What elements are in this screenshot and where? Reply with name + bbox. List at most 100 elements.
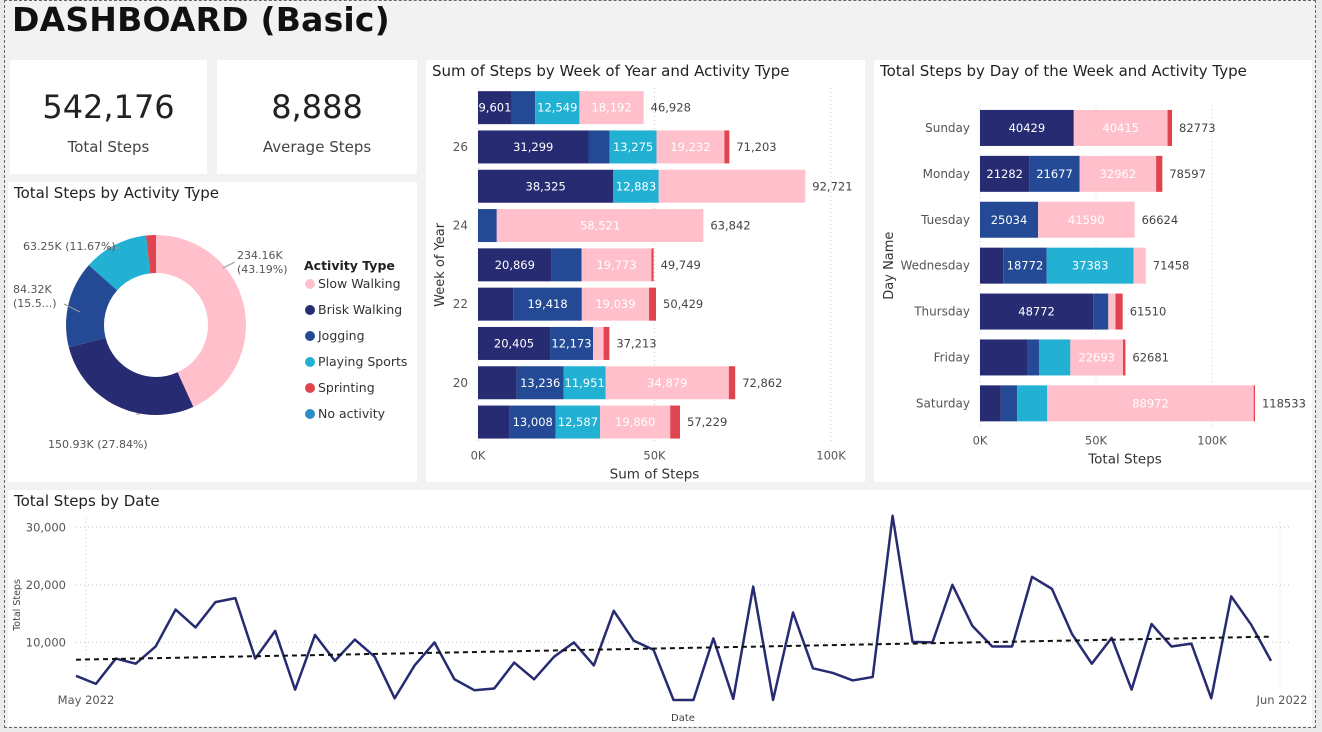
bar-segment [1108, 293, 1116, 330]
legend-marker [305, 331, 315, 341]
bar-data-label: 31,299 [513, 140, 553, 154]
bar-segment [1253, 385, 1255, 422]
bar-segment [980, 247, 1004, 284]
bar-data-label: 48772 [1018, 305, 1055, 319]
y-tick-label: Monday [923, 167, 970, 181]
y-tick-label: 20 [453, 376, 468, 390]
bar-data-label: 13,236 [520, 376, 560, 390]
bar-total-label: 118533 [1262, 396, 1306, 410]
bar-data-label: 12,549 [537, 101, 577, 115]
donut-data-label: 84.32K [13, 283, 52, 296]
bar-data-label: 12,587 [558, 415, 598, 429]
bar-data-label: 18,192 [591, 101, 631, 115]
day-bar-chart: 0K 50K 100K Total Steps Day Name Sunday 40429 4… [882, 105, 1306, 467]
bar-total-label: 82773 [1179, 121, 1216, 135]
legend-marker [305, 357, 315, 367]
bar-segment [1027, 339, 1040, 376]
bar-data-label: 37383 [1072, 259, 1109, 273]
bar-data-label: 21677 [1036, 167, 1073, 181]
bar-segment [724, 130, 730, 164]
bar-total-label: 71,203 [736, 140, 776, 154]
bar-segment [1122, 339, 1126, 376]
bar-data-label: 20,869 [495, 258, 535, 272]
bar-segment [1039, 339, 1071, 376]
bar-segment [980, 385, 1001, 422]
x-tick-label: 0K [973, 433, 988, 447]
bar-segment [1133, 247, 1146, 284]
bar-total-label: 71458 [1153, 259, 1190, 273]
day-bar-chart-panel[interactable]: Total Steps by Day of the Week and Activ… [874, 60, 1312, 482]
bar-segment [478, 209, 497, 243]
series-line [75, 514, 1273, 702]
y-tick-label: Saturday [916, 396, 970, 410]
bar-total-label: 46,928 [651, 101, 691, 115]
bar-segment [478, 287, 514, 321]
bar-segment [1115, 293, 1123, 330]
kpi-card-total-steps[interactable]: 542,176 Total Steps [10, 60, 207, 174]
bar-data-label: 9,601 [478, 101, 511, 115]
y-tick-label: 20,000 [26, 578, 66, 592]
legend-marker [305, 279, 315, 289]
bar-data-label: 21282 [986, 167, 1023, 181]
bar-data-label: 13,008 [513, 415, 553, 429]
donut-data-label: 63.25K (11.67%) [23, 240, 116, 253]
bar-segment [1093, 293, 1109, 330]
bar-data-label: 18772 [1007, 259, 1044, 273]
x-tick-label: 50K [1085, 433, 1108, 447]
bar-segment [1017, 385, 1048, 422]
bar-data-label: 25034 [991, 213, 1028, 227]
y-tick-label: 24 [453, 219, 468, 233]
donut-data-label: 150.93K (27.84%) [48, 438, 148, 451]
bar-data-label: 11,951 [565, 376, 605, 390]
bar-segment [649, 287, 657, 321]
x-axis-label: Total Steps [1087, 451, 1162, 467]
bar-data-label: 19,418 [527, 297, 567, 311]
bar-total-label: 92,721 [812, 179, 852, 193]
x-tick-label: 50K [643, 449, 666, 463]
y-tick-label: Thursday [913, 305, 970, 319]
line-chart: 10,000 20,000 30,000 May 2022 Jun 2022 Date To… [12, 514, 1308, 724]
bar-data-label: 58,521 [580, 219, 620, 233]
legend-marker [305, 305, 315, 315]
bar-total-label: 37,213 [616, 336, 656, 350]
bar-total-label: 66624 [1142, 213, 1179, 227]
bar-total-label: 50,429 [663, 297, 703, 311]
bar-total-label: 49,749 [661, 258, 701, 272]
bar-data-label: 19,039 [595, 297, 635, 311]
kpi-label: Total Steps [67, 138, 150, 156]
y-axis-label: Week of Year [433, 222, 448, 307]
bar-data-label: 20,405 [494, 336, 534, 350]
bar-data-label: 32962 [1100, 167, 1137, 181]
bar-total-label: 78597 [1169, 167, 1206, 181]
bar-data-label: 41590 [1068, 213, 1105, 227]
week-bar-chart-panel[interactable]: Sum of Steps by Week of Year and Activit… [426, 60, 865, 482]
kpi-card-average-steps[interactable]: 8,888 Average Steps [217, 60, 417, 174]
legend-label: Sprinting [318, 380, 375, 395]
y-tick-label: 10,000 [26, 635, 66, 649]
y-tick-label: Tuesday [920, 213, 970, 227]
bar-total-label: 72,862 [742, 376, 782, 390]
bar-segment [603, 326, 610, 360]
donut-chart: 234.16K(43.19%) 150.93K (27.84%) 84.32K(15… [13, 235, 407, 451]
x-tick-label: May 2022 [58, 693, 115, 707]
legend-label: No activity [318, 406, 386, 421]
bar-data-label: 40429 [1009, 121, 1046, 135]
donut-chart-panel[interactable]: Total Steps by Activity Type 234.16K (43.… [8, 182, 417, 482]
x-tick-label: 100K [816, 449, 846, 463]
bar-segment [588, 130, 610, 164]
bar-data-label: 19,860 [615, 415, 655, 429]
legend-marker [305, 409, 315, 419]
donut-data-label: (43.19%) [237, 263, 288, 276]
legend-label: Brisk Walking [318, 302, 402, 317]
bar-total-label: 62681 [1132, 350, 1169, 364]
bar-segment [651, 248, 654, 282]
y-tick-label: 30,000 [26, 520, 66, 534]
bar-data-label: 12,173 [551, 336, 591, 350]
donut-data-label: (15.5...) [13, 297, 57, 310]
x-tick-label: Jun 2022 [1256, 693, 1308, 707]
bar-segment [593, 326, 604, 360]
legend-label: Slow Walking [318, 276, 401, 291]
bar-data-label: 34,879 [647, 376, 687, 390]
line-chart-panel[interactable]: Total Steps by Date 10,000 20,000 30,000 Ma… [8, 490, 1312, 726]
bar-segment [1000, 385, 1018, 422]
